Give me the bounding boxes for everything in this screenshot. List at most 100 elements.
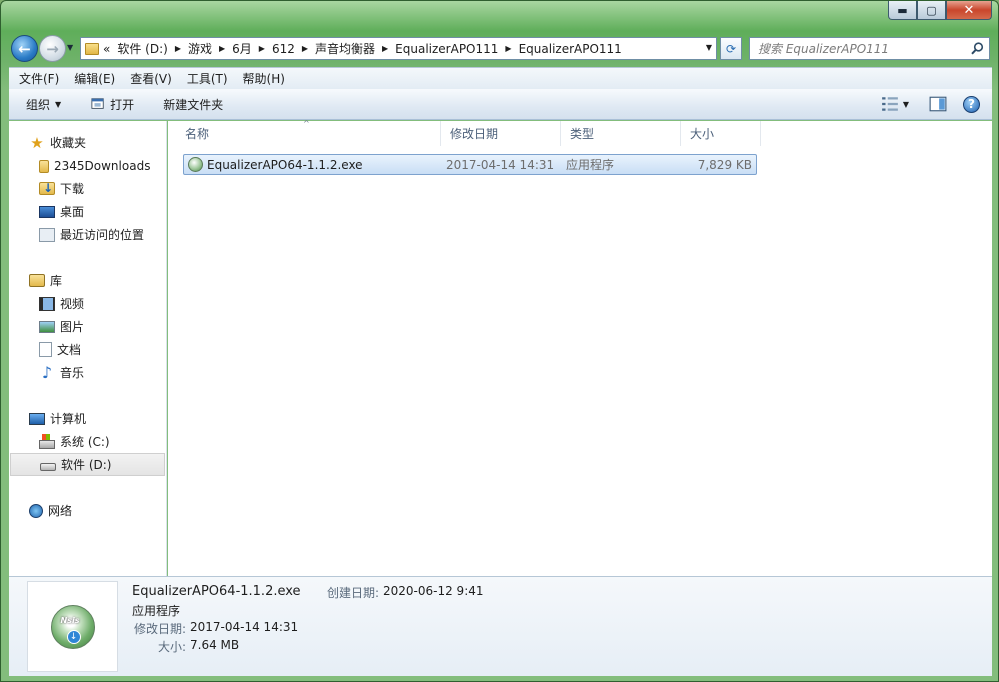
network-group: 网络 [9, 499, 166, 522]
menu-item[interactable]: 文件(F) [19, 70, 59, 87]
column-header-name[interactable]: 名称 ^ [176, 119, 441, 146]
sidebar-item-computer[interactable]: 计算机 [9, 407, 166, 430]
breadcrumb-item[interactable]: EqualizerAPO111 [519, 42, 622, 56]
breadcrumb-item[interactable]: 游戏 [188, 40, 212, 57]
sidebar-item-2345downloads[interactable]: 2345Downloads [9, 154, 166, 177]
sidebar-item-label: 图片 [60, 320, 85, 334]
back-button[interactable]: ← [11, 35, 38, 62]
details-filename: EqualizerAPO64-1.1.2.exe [132, 584, 301, 599]
open-app-icon [91, 98, 104, 109]
close-button[interactable]: ✕ [946, 1, 992, 20]
new-folder-button[interactable]: 新建文件夹 [163, 96, 223, 113]
drive-icon [40, 463, 56, 471]
breadcrumb-item[interactable]: EqualizerAPO111 [395, 42, 498, 56]
menu-item[interactable]: 工具(T) [187, 70, 228, 87]
document-icon [39, 342, 52, 357]
sidebar-item-desktop[interactable]: 桌面 [9, 200, 166, 223]
nsis-logo-text: Nsis [60, 615, 80, 625]
navigation-pane: ★ 收藏夹 2345Downloads 下载 桌面 最近访问的位置 [9, 121, 167, 576]
sidebar-item-label: 软件 (D:) [61, 458, 112, 472]
sidebar-item-label: 视频 [60, 297, 85, 311]
file-row[interactable]: EqualizerAPO64-1.1.2.exe 2017-04-14 14:3… [183, 154, 757, 175]
details-type: 应用程序 [132, 604, 181, 618]
sidebar-item-pictures[interactable]: 图片 [9, 315, 166, 338]
organize-button[interactable]: 组织 ▼ [26, 96, 61, 113]
sidebar-item-drive-c[interactable]: 系统 (C:) [9, 430, 166, 453]
file-type: 应用程序 [566, 158, 615, 172]
change-view-dropdown-icon[interactable]: ▼ [903, 100, 909, 109]
libraries-group: 库 视频 图片 文档 ♪ 音乐 [9, 269, 166, 384]
menu-item[interactable]: 查看(V) [130, 70, 172, 87]
search-box [749, 37, 990, 60]
breadcrumb-separator-icon[interactable]: ▶ [219, 44, 225, 53]
refresh-button[interactable]: ⟳ [720, 37, 742, 60]
sidebar-item-recent-places[interactable]: 最近访问的位置 [9, 223, 166, 246]
view-details-icon[interactable] [881, 95, 899, 113]
breadcrumb-item[interactable]: 6月 [232, 40, 252, 57]
recent-pages-dropdown[interactable]: ▼ [67, 43, 73, 52]
recent-places-icon [39, 227, 55, 242]
sidebar-item-libraries[interactable]: 库 [9, 269, 166, 292]
breadcrumb-separator-icon[interactable]: ▶ [259, 44, 265, 53]
overflow-crumbs[interactable]: « [103, 42, 110, 56]
chevron-down-icon: ▼ [55, 99, 62, 109]
sidebar-item-label: 2345Downloads [54, 158, 151, 173]
folder-icon [39, 160, 49, 173]
pictures-icon [39, 320, 55, 333]
breadcrumb-separator-icon[interactable]: ▶ [175, 44, 181, 53]
column-headers: 名称 ^ 修改日期 类型 大小 [176, 119, 761, 146]
column-header-type[interactable]: 类型 [561, 121, 681, 146]
title-bar[interactable] [1, 1, 998, 33]
sidebar-item-videos[interactable]: 视频 [9, 292, 166, 315]
video-icon [39, 296, 55, 311]
sidebar-item-documents[interactable]: 文档 [9, 338, 166, 361]
search-input[interactable] [750, 38, 960, 59]
file-name-cell: EqualizerAPO64-1.1.2.exe [184, 157, 441, 172]
breadcrumb-item[interactable]: 声音均衡器 [315, 40, 375, 57]
breadcrumb-item[interactable]: 612 [272, 42, 295, 56]
details-created-value: 2020-06-12 9:41 [383, 584, 484, 598]
menu-item[interactable]: 帮助(H) [243, 70, 285, 87]
column-header-size[interactable]: 大小 [681, 121, 761, 146]
minimize-button[interactable]: ▬ [888, 1, 917, 20]
breadcrumb-item[interactable]: 软件 (D:) [117, 40, 167, 57]
navigation-bar: ← → ▼ « 软件 (D:) ▶ 游戏 ▶ 6月 ▶ 612 ▶ 声音均衡器 ▶ Equalize… [1, 31, 998, 65]
forward-button[interactable]: → [39, 35, 66, 62]
help-icon[interactable]: ? [963, 95, 980, 113]
sidebar-item-label: 音乐 [60, 366, 85, 380]
open-button[interactable]: 打开 [91, 96, 134, 113]
details-modified-value: 2017-04-14 14:31 [190, 620, 299, 634]
open-label: 打开 [110, 97, 135, 112]
breadcrumb-separator-icon[interactable]: ▶ [382, 44, 388, 53]
search-icon[interactable] [971, 42, 984, 55]
new-folder-label: 新建文件夹 [163, 97, 224, 112]
sidebar-item-music[interactable]: ♪ 音乐 [9, 361, 166, 384]
download-arrow-icon: ↓ [66, 629, 81, 644]
computer-group: 计算机 系统 (C:) 软件 (D:) [9, 407, 166, 476]
preview-pane-icon[interactable] [929, 95, 947, 113]
address-dropdown-icon[interactable]: ▼ [706, 43, 712, 52]
nsis-installer-icon: Nsis ↓ [50, 604, 95, 649]
maximize-button[interactable]: ▢ [917, 1, 946, 20]
desktop-icon [39, 205, 55, 218]
organize-label: 组织 [26, 97, 51, 112]
sidebar-item-downloads[interactable]: 下载 [9, 177, 166, 200]
favorites-group: ★ 收藏夹 2345Downloads 下载 桌面 最近访问的位置 [9, 131, 166, 246]
sidebar-item-label: 文档 [57, 343, 82, 357]
installer-icon [188, 157, 203, 172]
file-size: 7,829 KB [697, 157, 752, 172]
sidebar-item-label: 下载 [60, 182, 85, 196]
sidebar-item-network[interactable]: 网络 [9, 499, 166, 522]
view-controls: ▼ ? [871, 95, 980, 113]
file-date: 2017-04-14 14:31 [446, 157, 555, 172]
menu-item[interactable]: 编辑(E) [74, 70, 115, 87]
sidebar-item-favorites[interactable]: ★ 收藏夹 [9, 131, 166, 154]
computer-icon [29, 412, 45, 425]
network-icon [29, 503, 43, 518]
column-header-date[interactable]: 修改日期 [441, 121, 561, 146]
sidebar-item-label: 桌面 [60, 205, 85, 219]
address-bar[interactable]: « 软件 (D:) ▶ 游戏 ▶ 6月 ▶ 612 ▶ 声音均衡器 ▶ EqualizerAPO11… [80, 37, 717, 60]
breadcrumb-separator-icon[interactable]: ▶ [302, 44, 308, 53]
sidebar-item-drive-d[interactable]: 软件 (D:) [10, 453, 165, 476]
breadcrumb-separator-icon[interactable]: ▶ [505, 44, 511, 53]
